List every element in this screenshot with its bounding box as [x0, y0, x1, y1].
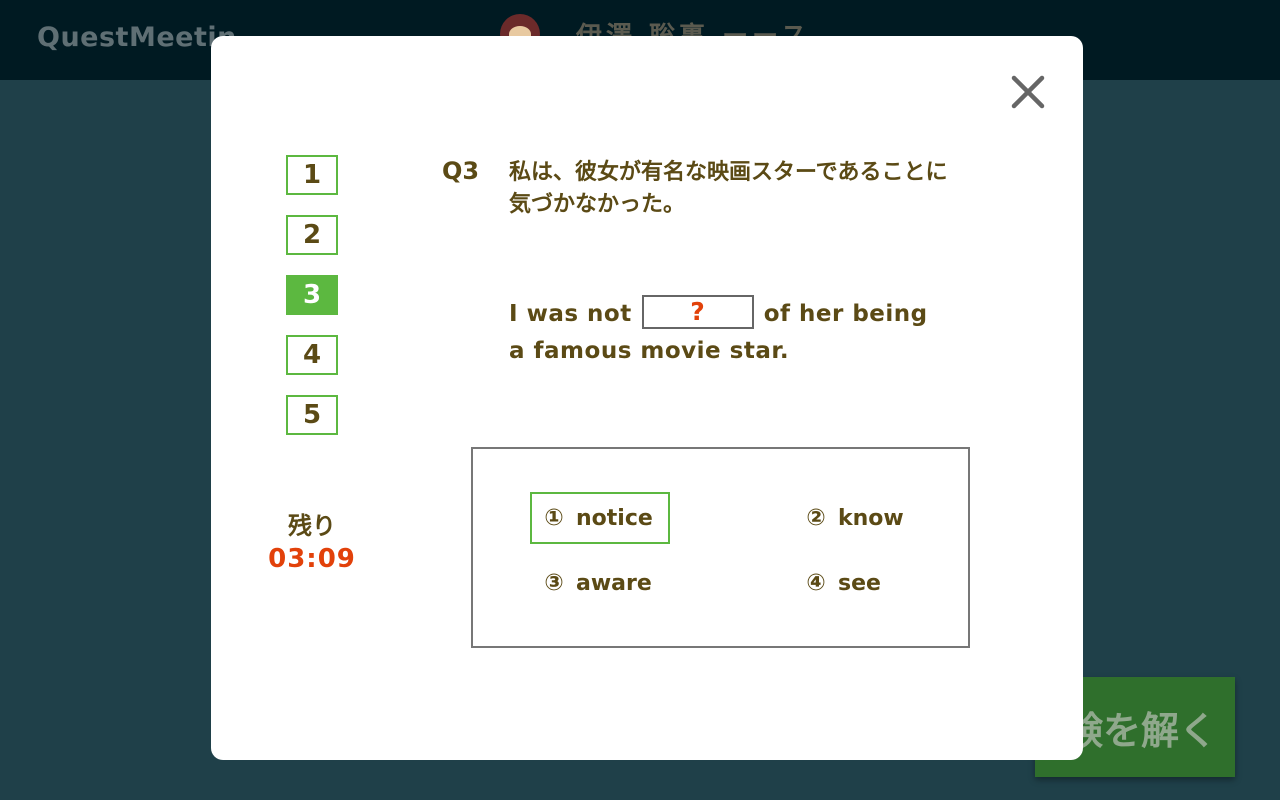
choice-number: ③ — [544, 570, 564, 596]
answer-choices: ① notice ② know ③ aware ④ see — [471, 447, 970, 648]
question-number: Q3 — [442, 157, 480, 185]
choice-text: see — [838, 570, 881, 596]
choice-text: notice — [576, 505, 653, 531]
quiz-modal: 1 2 3 4 5 残り 03:09 Q3 私は、彼女が有名な映画スターであるこ… — [211, 36, 1083, 760]
choice-text: aware — [576, 570, 652, 596]
question-nav: 1 2 3 4 5 — [286, 155, 338, 455]
question-text: 私は、彼女が有名な映画スターであることに気づかなかった。 — [509, 160, 948, 217]
choice-number: ① — [544, 505, 564, 531]
choice-see[interactable]: ④ see — [792, 557, 932, 609]
answer-blank: ? — [641, 294, 754, 329]
close-icon — [1011, 75, 1045, 109]
choice-notice[interactable]: ① notice — [530, 492, 670, 544]
question-nav-item-5[interactable]: 5 — [286, 395, 338, 435]
close-button[interactable] — [1006, 70, 1050, 114]
question-nav-item-1[interactable]: 1 — [286, 155, 338, 195]
question-nav-item-4[interactable]: 4 — [286, 335, 338, 375]
choice-know[interactable]: ② know — [792, 492, 932, 544]
question-nav-item-2[interactable]: 2 — [286, 215, 338, 255]
sentence-line-2: a famous movie star. — [509, 338, 790, 364]
sentence-after: of her being — [763, 301, 928, 327]
fill-in-sentence: I was not? of her being a famous movie st… — [509, 294, 969, 370]
choice-aware[interactable]: ③ aware — [530, 557, 670, 609]
choice-number: ④ — [806, 570, 826, 596]
choice-text: know — [838, 505, 904, 531]
choice-number: ② — [806, 505, 826, 531]
question-nav-item-3[interactable]: 3 — [286, 275, 338, 315]
remaining-label: 残り — [288, 512, 336, 540]
sentence-before: I was not — [509, 301, 632, 327]
remaining-timer: 03:09 — [268, 544, 356, 574]
